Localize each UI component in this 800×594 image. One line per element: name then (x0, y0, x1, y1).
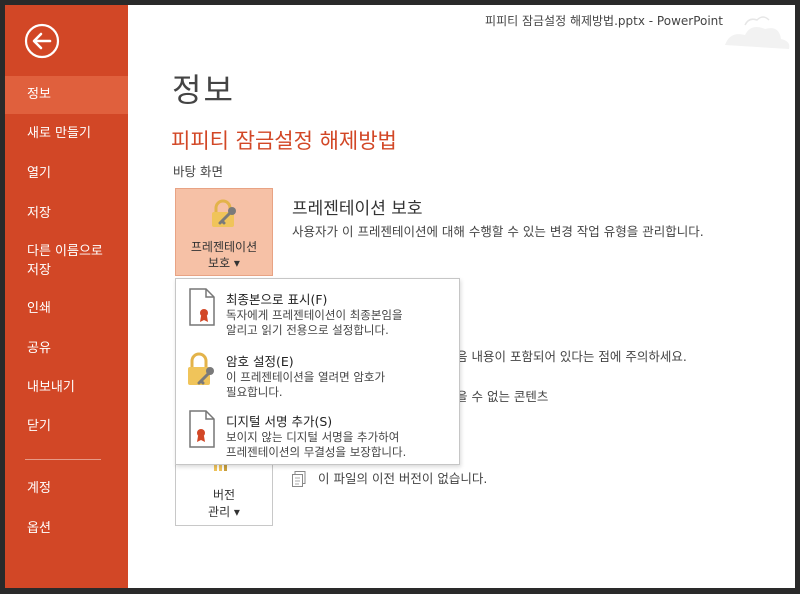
menu-item-title: 암호 설정(E) (226, 354, 294, 369)
protect-button-label-2: 보호 ▾ (208, 256, 240, 270)
signature-document-icon (189, 410, 215, 448)
inspect-item: 을 수 없는 콘텐츠 (456, 389, 549, 404)
document-copy-icon (292, 471, 306, 487)
protect-section-description: 사용자가 이 프레젠테이션에 대해 수행할 수 있는 변경 작업 유형을 관리합… (292, 224, 704, 239)
sidebar-item-print[interactable]: 인쇄 (5, 297, 128, 321)
menu-item-description: 독자에게 프레젠테이션이 최종본임을 알리고 읽기 전용으로 설정합니다. (226, 308, 403, 337)
sidebar-item-new[interactable]: 새로 만들기 (5, 122, 128, 146)
protect-section-title: 프레젠테이션 보호 (292, 199, 423, 219)
file-name: 피피티 잠금설정 해제방법 (171, 129, 397, 153)
sidebar-item-options[interactable]: 옵션 (5, 517, 128, 541)
versions-button-label-1: 버전 (212, 488, 236, 502)
sidebar-item-label: 내보내기 (27, 380, 75, 395)
sidebar-item-account[interactable]: 계정 (5, 477, 128, 501)
sidebar-item-save[interactable]: 저장 (5, 202, 128, 226)
menu-item-title: 디지털 서명 추가(S) (226, 414, 333, 429)
menu-item-title: 최종본으로 표시(F) (226, 292, 328, 307)
lock-key-icon (212, 199, 236, 227)
sidebar-item-label: 인쇄 (27, 301, 51, 316)
menu-item-encrypt-password[interactable]: 암호 설정(E) 이 프레젠테이션을 열려면 암호가 필요합니다. (176, 343, 459, 403)
sidebar-item-label: 저장 (27, 206, 51, 221)
sidebar-item-share[interactable]: 공유 (5, 337, 128, 361)
menu-item-digital-signature[interactable]: 디지털 서명 추가(S) 보이지 않는 디지털 서명을 추가하여 프레젠테이션의… (176, 403, 459, 463)
protect-presentation-button[interactable]: 프레젠테이션 보호 ▾ (175, 188, 273, 276)
sidebar-item-label: 열기 (27, 166, 51, 181)
protect-dropdown-menu: 최종본으로 표시(F) 독자에게 프레젠테이션이 최종본임을 알리고 읽기 전용… (175, 278, 460, 465)
versions-button-label-2: 관리 ▾ (208, 505, 240, 519)
backstage-view: 정보 새로 만들기 열기 저장 다른 이름으로 저장 인쇄 공유 내보내기 닫기… (5, 5, 795, 588)
inspect-description: 음 내용이 포함되어 있다는 점에 주의하세요. (456, 349, 687, 364)
menu-item-description: 보이지 않는 디지털 서명을 추가하여 프레젠테이션의 무결성을 보장합니다. (226, 430, 407, 459)
sidebar-item-save-as[interactable]: 다른 이름으로 저장 (5, 242, 128, 282)
sidebar-item-export[interactable]: 내보내기 (5, 376, 128, 400)
sidebar-item-label: 계정 (27, 481, 51, 496)
page-title: 정보 (172, 71, 235, 109)
versions-note: 이 파일의 이전 버전이 없습니다. (318, 471, 488, 486)
file-location-link[interactable]: 바탕 화면 (173, 161, 223, 180)
lock-key-icon (188, 352, 214, 385)
sidebar-divider (25, 459, 101, 460)
sidebar-item-close[interactable]: 닫기 (5, 415, 128, 439)
sidebar-item-info[interactable]: 정보 (5, 76, 128, 114)
window-title: 피피티 잠금설정 해제방법.pptx - PowerPoint (485, 14, 723, 28)
back-arrow-icon (24, 23, 60, 59)
menu-item-description: 이 프레젠테이션을 열려면 암호가 필요합니다. (226, 370, 386, 399)
back-button[interactable] (24, 23, 60, 59)
sidebar-item-open[interactable]: 열기 (5, 162, 128, 186)
cloud-decoration-icon (725, 16, 790, 49)
sidebar-item-label: 닫기 (27, 419, 51, 434)
sidebar-item-label: 공유 (27, 341, 51, 356)
sidebar-item-label: 정보 (27, 87, 51, 102)
backstage-sidebar: 정보 새로 만들기 열기 저장 다른 이름으로 저장 인쇄 공유 내보내기 닫기… (5, 5, 128, 588)
sidebar-item-label: 다른 이름으로 저장 (27, 244, 103, 278)
sidebar-item-label: 새로 만들기 (27, 126, 91, 141)
final-document-icon (189, 288, 215, 326)
menu-item-mark-final[interactable]: 최종본으로 표시(F) 독자에게 프레젠테이션이 최종본임을 알리고 읽기 전용… (176, 281, 459, 341)
manage-versions-button[interactable]: 버전 관리 ▾ (175, 459, 273, 526)
protect-button-label-1: 프레젠테이션 (190, 240, 258, 254)
sidebar-item-label: 옵션 (27, 521, 51, 536)
